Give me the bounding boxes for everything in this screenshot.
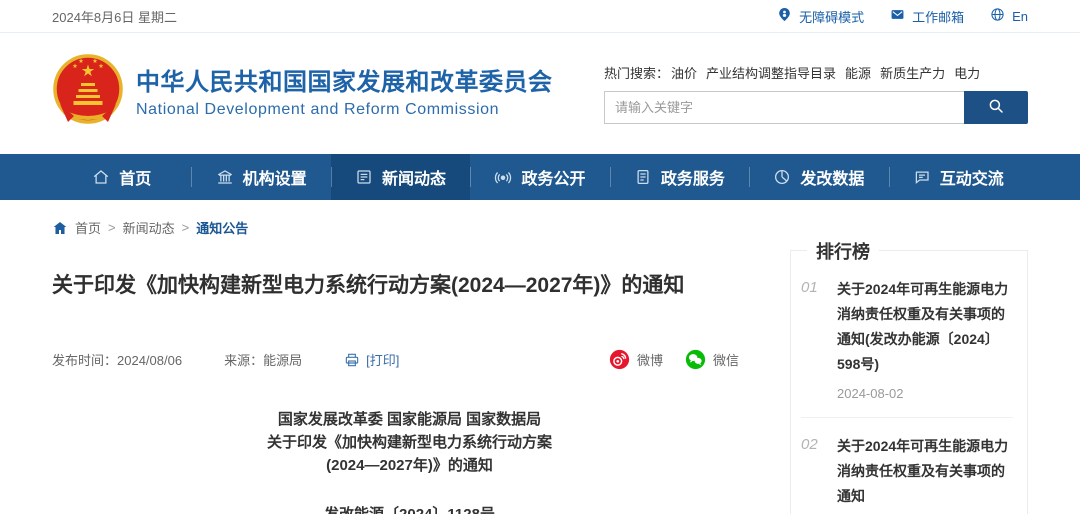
hot-keyword[interactable]: 能源 (845, 66, 871, 81)
site-header: 中华人民共和国国家发展和改革委员会 National Development a… (0, 33, 1080, 154)
search-area: 热门搜索：油价产业结构调整指导目录能源新质生产力电力 (604, 63, 1028, 124)
article-source: 来源：能源局 (224, 350, 302, 369)
national-emblem-logo (52, 52, 124, 135)
article-body-line: (2024—2027年)》的通知 (52, 454, 767, 477)
article-title: 关于印发《加快构建新型电力系统行动方案(2024—2027年)》的通知 (52, 269, 767, 299)
work-mailbox-link[interactable]: 工作邮箱 (890, 7, 964, 26)
hot-keyword[interactable]: 油价 (671, 66, 697, 81)
content-area: 首页 > 新闻动态 > 通知公告 关于印发《加快构建新型电力系统行动方案(202… (0, 200, 1080, 514)
hot-keyword[interactable]: 新质生产力 (880, 66, 945, 81)
work-mailbox-label: 工作邮箱 (912, 7, 964, 26)
pie-chart-icon (773, 168, 791, 186)
document-number: 发改能源〔2024〕1128号 (52, 503, 767, 514)
publish-time: 发布时间：2024/08/06 (52, 350, 182, 369)
bank-icon (216, 168, 234, 186)
home-icon (92, 168, 110, 186)
share-wechat-label: 微信 (713, 350, 739, 369)
accessibility-pin-icon (777, 7, 792, 25)
printer-icon (344, 352, 360, 368)
breadcrumb-separator: > (182, 220, 190, 235)
breadcrumb: 首页 > 新闻动态 > 通知公告 (52, 218, 767, 237)
share-weibo-button[interactable]: 微博 (609, 349, 663, 370)
topbar-links: 无障碍模式 工作邮箱 En (777, 7, 1028, 26)
share-bar: 微博 微信 (609, 349, 739, 370)
list-item: 01 关于2024年可再生能源电力消纳责任权重及有关事项的通知(发改办能源〔20… (801, 277, 1013, 418)
rank-number: 02 (801, 434, 827, 514)
nav-item-gov-services[interactable]: 政务服务 (610, 154, 749, 200)
ranking-sidebar: 排行榜 01 关于2024年可再生能源电力消纳责任权重及有关事项的通知(发改办能… (790, 200, 1028, 514)
breadcrumb-item-current: 通知公告 (196, 218, 248, 237)
globe-icon (990, 7, 1005, 25)
accessibility-mode-label: 无障碍模式 (799, 7, 864, 26)
nav-item-data[interactable]: 发改数据 (749, 154, 888, 200)
chat-icon (913, 168, 931, 186)
breadcrumb-home-icon[interactable] (52, 220, 68, 236)
language-switch-link[interactable]: En (990, 7, 1028, 25)
nav-item-organization[interactable]: 机构设置 (191, 154, 330, 200)
share-weibo-label: 微博 (637, 350, 663, 369)
language-switch-label: En (1012, 9, 1028, 24)
print-label: [打印] (366, 350, 399, 369)
search-button[interactable] (964, 91, 1028, 124)
print-button[interactable]: [打印] (344, 350, 399, 369)
site-title-cn: 中华人民共和国国家发展和改革委员会 (136, 68, 553, 98)
list-item: 02 关于2024年可再生能源电力消纳责任权重及有关事项的通知 2024-08-… (801, 434, 1013, 514)
accessibility-mode-link[interactable]: 无障碍模式 (777, 7, 864, 26)
mailbox-icon (890, 7, 905, 25)
ranking-panel: 排行榜 01 关于2024年可再生能源电力消纳责任权重及有关事项的通知(发改办能… (790, 250, 1028, 514)
hot-search-line: 热门搜索：油价产业结构调整指导目录能源新质生产力电力 (604, 63, 1028, 82)
top-utility-bar: 2024年8月6日 星期二 无障碍模式 工作邮箱 En (0, 0, 1080, 33)
article-meta: 发布时间：2024/08/06 来源：能源局 [打印] (52, 349, 767, 370)
nav-item-home[interactable]: 首页 (52, 154, 191, 200)
hot-search-label: 热门搜索： (604, 66, 669, 81)
nav-item-gov-info[interactable]: 政务公开 (470, 154, 609, 200)
weibo-icon (609, 349, 630, 370)
ranking-title: 排行榜 (807, 238, 879, 264)
nav-item-interaction[interactable]: 互动交流 (889, 154, 1028, 200)
broadcast-icon (494, 168, 512, 186)
search-input[interactable] (604, 91, 964, 124)
rank-item-link[interactable]: 关于2024年可再生能源电力消纳责任权重及有关事项的通知 (837, 434, 1013, 509)
news-icon (355, 168, 373, 186)
site-title-en: National Development and Reform Commissi… (136, 101, 553, 119)
rank-item-date: 2024-08-02 (837, 386, 1013, 401)
main-nav: 首页 机构设置 新闻动态 政务公开 政务服务 发改数据 互动交流 (0, 154, 1080, 200)
nav-item-news[interactable]: 新闻动态 (331, 154, 470, 200)
rank-item-link[interactable]: 关于2024年可再生能源电力消纳责任权重及有关事项的通知(发改办能源〔2024〕… (837, 277, 1013, 377)
article-body: 国家发展改革委 国家能源局 国家数据局 关于印发《加快构建新型电力系统行动方案 … (52, 408, 767, 514)
wechat-icon (685, 349, 706, 370)
search-icon (987, 97, 1005, 118)
breadcrumb-separator: > (108, 220, 116, 235)
site-logo-link[interactable]: 中华人民共和国国家发展和改革委员会 National Development a… (52, 52, 553, 135)
current-date: 2024年8月6日 星期二 (52, 7, 177, 26)
hot-keyword[interactable]: 产业结构调整指导目录 (706, 66, 836, 81)
share-wechat-button[interactable]: 微信 (685, 349, 739, 370)
site-title: 中华人民共和国国家发展和改革委员会 National Development a… (136, 68, 553, 119)
breadcrumb-item-home[interactable]: 首页 (75, 218, 101, 237)
document-icon (634, 168, 652, 186)
hot-keyword[interactable]: 电力 (954, 66, 980, 81)
rank-number: 01 (801, 277, 827, 401)
article-column: 首页 > 新闻动态 > 通知公告 关于印发《加快构建新型电力系统行动方案(202… (52, 200, 767, 514)
breadcrumb-item-news[interactable]: 新闻动态 (123, 218, 175, 237)
article-body-line: 国家发展改革委 国家能源局 国家数据局 (52, 408, 767, 431)
article-body-line: 关于印发《加快构建新型电力系统行动方案 (52, 431, 767, 454)
